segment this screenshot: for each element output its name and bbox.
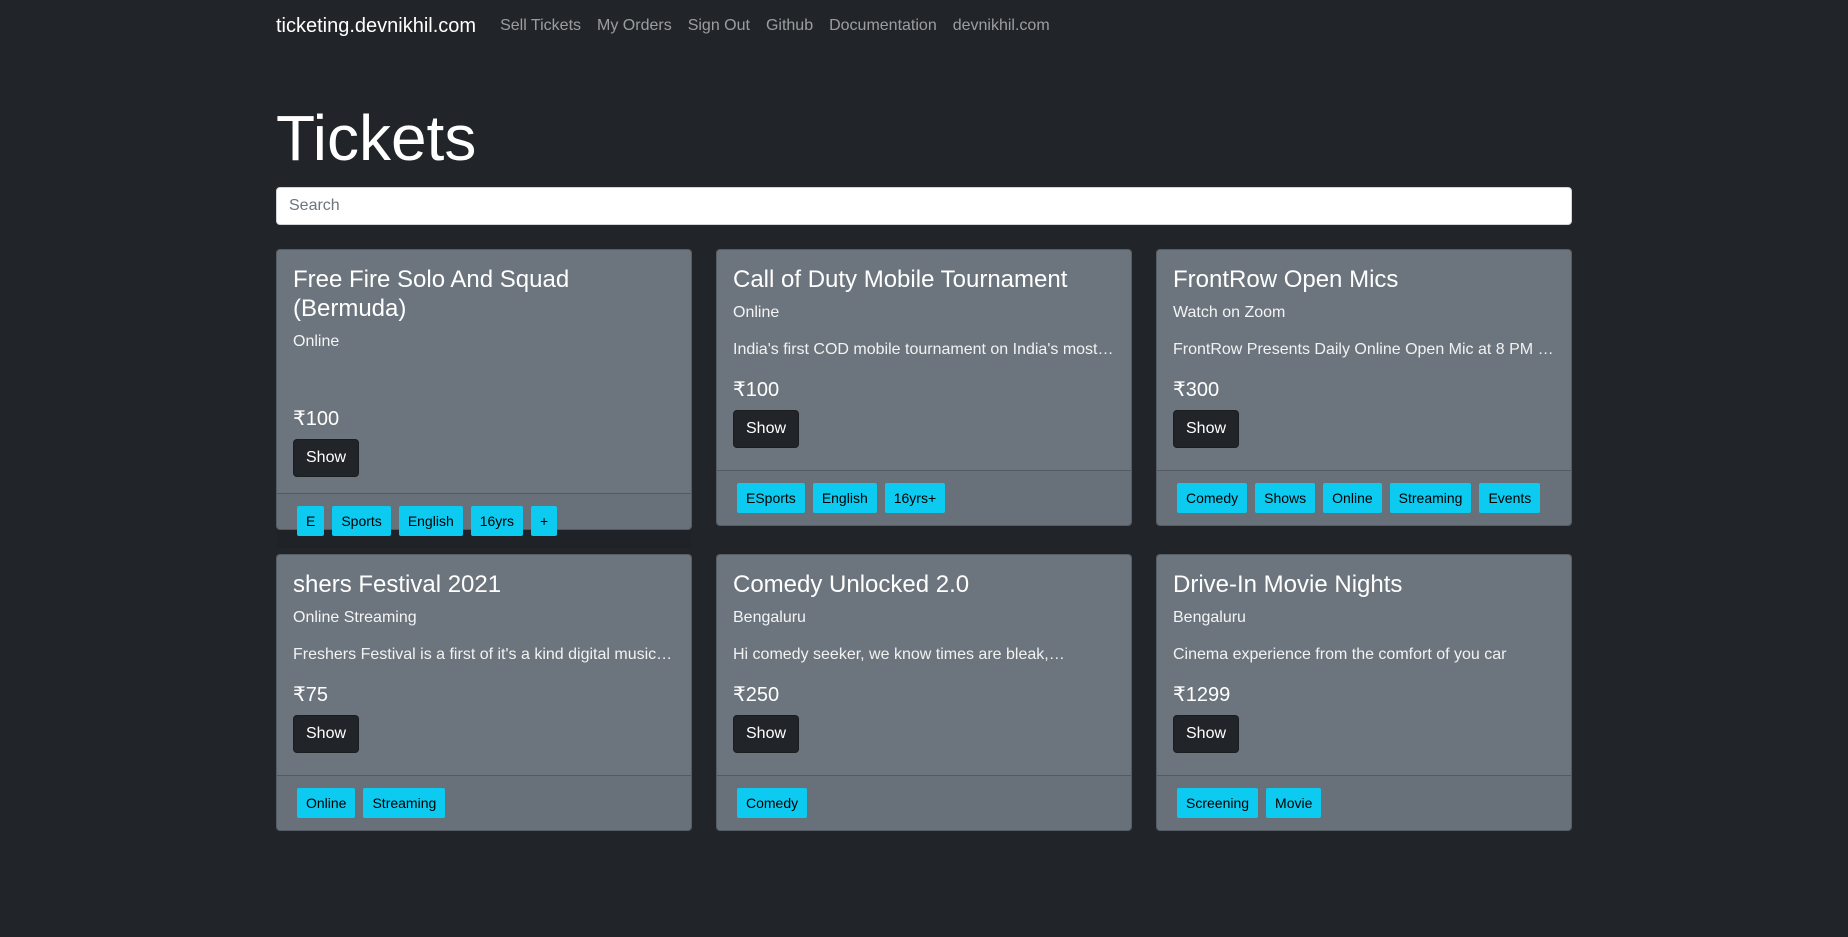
ticket-price: ₹75 <box>293 683 328 706</box>
tag-badge[interactable]: Comedy <box>1177 483 1248 513</box>
tag-badge[interactable]: English <box>812 483 877 513</box>
tag-badge[interactable]: Shows <box>1255 483 1316 513</box>
card-footer: Comedy <box>717 775 1131 830</box>
nav-link-github[interactable]: Github <box>766 17 813 35</box>
tag-badge[interactable]: Events <box>1479 483 1541 513</box>
brand-link[interactable]: ticketing.devnikhil.com <box>276 15 476 38</box>
nav-link-sign-out[interactable]: Sign Out <box>688 17 750 35</box>
show-button[interactable]: Show <box>1173 409 1240 448</box>
tag-badge[interactable]: Online <box>1323 483 1382 513</box>
ticket-location: Bengaluru <box>1173 608 1246 626</box>
ticket-price: ₹100 <box>733 378 780 401</box>
ticket-title: Free Fire Solo And Squad (Bermuda) <box>293 266 570 322</box>
card-footer: Online Streaming <box>277 775 691 830</box>
nav-link-documentation[interactable]: Documentation <box>829 17 937 35</box>
ticket-description <box>293 367 675 391</box>
navbar: ticketing.devnikhil.com Sell Tickets My … <box>276 0 1066 52</box>
card-footer: E Sports English 16yrs + <box>277 492 691 548</box>
ticket-card: Call of Duty Mobile Tournament Online In… <box>716 249 1132 526</box>
card-body: Call of Duty Mobile Tournament Online In… <box>717 250 1131 464</box>
show-button[interactable]: Show <box>1173 714 1240 753</box>
nav-link-devnikhil[interactable]: devnikhil.com <box>953 17 1050 35</box>
card-body: shers Festival 2021 Online Streaming Fre… <box>277 555 691 769</box>
show-button[interactable]: Show <box>733 714 800 753</box>
nav-link-sell-tickets[interactable]: Sell Tickets <box>500 17 581 35</box>
ticket-location: Bengaluru <box>733 608 806 626</box>
ticket-card: Drive-In Movie Nights Bengaluru Cinema e… <box>1156 554 1572 831</box>
ticket-description: Cinema experience from the comfort of yo… <box>1173 645 1507 663</box>
search-input[interactable] <box>276 187 1572 225</box>
card-body: Free Fire Solo And Squad (Bermuda) Onlin… <box>277 250 691 493</box>
ticket-location: Watch on Zoom <box>1173 303 1286 321</box>
nav-links: Sell Tickets My Orders Sign Out Github D… <box>500 17 1066 35</box>
tag-badge[interactable]: Screening <box>1177 788 1259 818</box>
ticket-description: FrontRow Presents Daily Online Open Mic … <box>1173 340 1554 358</box>
ticket-location: Online Streaming <box>293 608 417 626</box>
ticket-price: ₹100 <box>293 407 340 430</box>
tag-badge[interactable]: Streaming <box>1389 483 1472 513</box>
tag-badge[interactable]: Streaming <box>363 788 446 818</box>
ticket-card: FrontRow Open Mics Watch on Zoom FrontRo… <box>1156 249 1572 526</box>
ticket-description: Hi comedy seeker, we know times are blea… <box>733 645 1065 663</box>
ticket-title: shers Festival 2021 <box>293 571 502 598</box>
nav-link-my-orders[interactable]: My Orders <box>597 17 672 35</box>
show-button[interactable]: Show <box>733 409 800 448</box>
tag-badge[interactable]: 16yrs <box>470 505 523 536</box>
ticket-title: FrontRow Open Mics <box>1173 266 1399 293</box>
ticket-location: Online <box>733 303 780 321</box>
ticket-card: shers Festival 2021 Online Streaming Fre… <box>276 554 692 831</box>
card-body: FrontRow Open Mics Watch on Zoom FrontRo… <box>1157 250 1571 464</box>
ticket-description: Freshers Festival is a first of it's a k… <box>293 645 673 663</box>
ticket-location: Online <box>293 332 340 350</box>
ticket-title: Drive-In Movie Nights <box>1173 571 1403 598</box>
page-title: Tickets <box>276 102 477 174</box>
tag-badge[interactable]: ESports <box>737 483 805 513</box>
ticket-title: Comedy Unlocked 2.0 <box>733 571 970 598</box>
ticket-price: ₹250 <box>733 683 780 706</box>
tag-badge[interactable]: Online <box>297 788 356 818</box>
tag-badge[interactable]: Movie <box>1266 788 1322 818</box>
card-footer: Comedy Shows Online Streaming Events <box>1157 470 1571 525</box>
tag-badge[interactable]: E <box>297 505 325 536</box>
show-button[interactable]: Show <box>293 438 360 477</box>
card-body: Comedy Unlocked 2.0 Bengaluru Hi comedy … <box>717 555 1131 769</box>
ticket-title: Call of Duty Mobile Tournament <box>733 266 1068 293</box>
tag-badge[interactable]: 16yrs+ <box>884 483 946 513</box>
tag-badge[interactable]: English <box>398 505 463 536</box>
ticket-price: ₹300 <box>1173 378 1220 401</box>
card-footer: ESports English 16yrs+ <box>717 470 1131 525</box>
ticket-description: India's first COD mobile tournament on I… <box>733 340 1114 358</box>
card-body: Drive-In Movie Nights Bengaluru Cinema e… <box>1157 555 1571 769</box>
tag-badge[interactable]: Sports <box>332 505 391 536</box>
tag-badge[interactable]: + <box>530 505 558 536</box>
card-footer: Screening Movie <box>1157 775 1571 830</box>
show-button[interactable]: Show <box>293 714 360 753</box>
tag-badge[interactable]: Comedy <box>737 788 808 818</box>
ticket-price: ₹1299 <box>1173 683 1231 706</box>
ticket-card: Free Fire Solo And Squad (Bermuda) Onlin… <box>276 249 692 536</box>
ticket-card: Comedy Unlocked 2.0 Bengaluru Hi comedy … <box>716 554 1132 831</box>
